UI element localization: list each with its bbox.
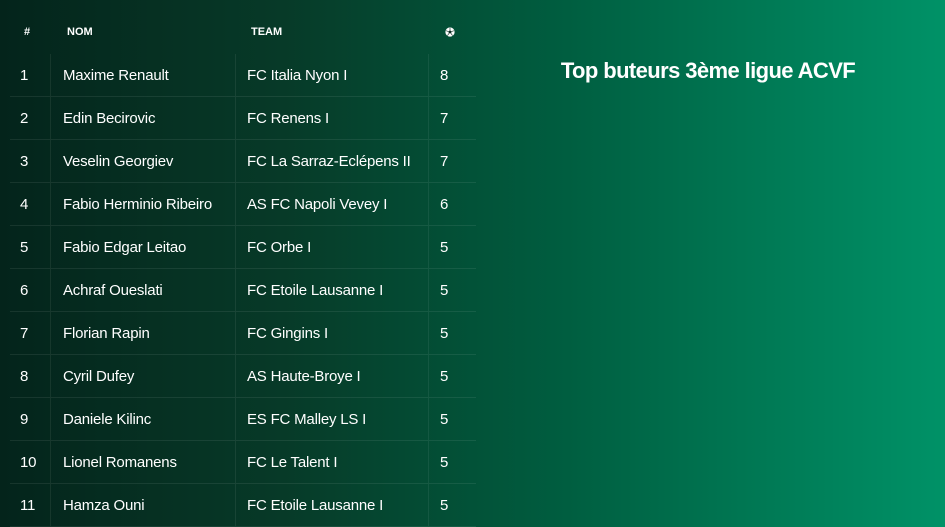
table-row: 5 Fabio Edgar Leitao FC Orbe I5 <box>10 226 476 269</box>
header-team: TEAM <box>251 26 283 38</box>
table-row: 7 Florian Rapin FC Gingins I5 <box>10 312 476 355</box>
table-row: 11 Hamza Ouni FC Etoile Lausanne I5 <box>10 484 476 527</box>
goals-cell: 5 <box>428 226 476 268</box>
rank-cell: 3 <box>20 152 29 170</box>
player-name-cell: Lionel Romanens <box>50 441 235 483</box>
team-cell: FC Le Talent I <box>235 441 428 483</box>
team-cell: AS FC Napoli Vevey I <box>235 183 428 225</box>
player-name-cell: Achraf Oueslati <box>50 269 235 311</box>
table-row: 10 Lionel Romanens FC Le Talent I5 <box>10 441 476 484</box>
table-row: 4 Fabio Herminio Ribeiro AS FC Napoli Veve… <box>10 183 476 226</box>
team-cell: FC Orbe I <box>235 226 428 268</box>
header-goals <box>428 10 476 54</box>
player-name-cell: Florian Rapin <box>50 312 235 354</box>
table-row: 1 Maxime Renault FC Italia Nyon I8 <box>10 54 476 97</box>
header-name: NOM <box>67 26 93 38</box>
player-name-cell: Veselin Georgiev <box>50 140 235 182</box>
player-name-cell: Edin Becirovic <box>50 97 235 139</box>
team-cell: AS Haute-Broye I <box>235 355 428 397</box>
table-row: 8 Cyril Dufey AS Haute-Broye I5 <box>10 355 476 398</box>
player-name-cell: Maxime Renault <box>50 54 235 96</box>
rank-cell: 2 <box>20 109 29 127</box>
rank-cell: 6 <box>20 281 29 299</box>
football-icon <box>445 27 455 37</box>
rank-cell: 4 <box>20 195 29 213</box>
team-cell: ES FC Malley LS I <box>235 398 428 440</box>
team-cell: FC La Sarraz-Eclépens II <box>235 140 428 182</box>
table-body: 1 Maxime Renault FC Italia Nyon I 8 2 Edin Be… <box>10 54 476 527</box>
team-cell: FC Gingins I <box>235 312 428 354</box>
table-header-row: # NOM TEAM <box>10 10 476 54</box>
team-cell: FC Etoile Lausanne I <box>235 269 428 311</box>
player-name-cell: Fabio Edgar Leitao <box>50 226 235 268</box>
player-name-cell: Fabio Herminio Ribeiro <box>50 183 235 225</box>
team-cell: FC Etoile Lausanne I <box>235 484 428 526</box>
team-cell: FC Italia Nyon I <box>235 54 428 96</box>
goals-cell: 5 <box>428 355 476 397</box>
rank-cell: 5 <box>20 238 29 256</box>
goals-cell: 5 <box>428 398 476 440</box>
goals-cell: 7 <box>428 140 476 182</box>
player-name-cell: Hamza Ouni <box>50 484 235 526</box>
rank-cell: 11 <box>20 496 36 514</box>
header-rank: # <box>24 26 31 38</box>
goals-cell: 5 <box>428 312 476 354</box>
goals-cell: 6 <box>428 183 476 225</box>
goals-cell: 5 <box>428 441 476 483</box>
table-row: 2 Edin Becirovic FC Renens I7 <box>10 97 476 140</box>
team-cell: FC Renens I <box>235 97 428 139</box>
rank-cell: 1 <box>20 66 29 84</box>
rank-cell: 10 <box>20 453 37 471</box>
table-row: 6 Achraf Oueslati FC Etoile Lausanne I5 <box>10 269 476 312</box>
goals-cell: 8 <box>428 54 476 96</box>
player-name-cell: Cyril Dufey <box>50 355 235 397</box>
player-name-cell: Daniele Kilinc <box>50 398 235 440</box>
goals-cell: 7 <box>428 97 476 139</box>
page-title: Top buteurs 3ème ligue ACVF <box>560 58 856 83</box>
scorers-table: # NOM TEAM 1 Maxime Renault FC Italia Nyon… <box>10 10 476 527</box>
goals-cell: 5 <box>428 484 476 526</box>
rank-cell: 9 <box>20 410 29 428</box>
table-row: 9 Daniele Kilinc ES FC Malley LS I5 <box>10 398 476 441</box>
rank-cell: 7 <box>20 324 29 342</box>
goals-cell: 5 <box>428 269 476 311</box>
rank-cell: 8 <box>20 367 29 385</box>
table-row: 3 Veselin Georgiev FC La Sarraz-Eclépens I… <box>10 140 476 183</box>
